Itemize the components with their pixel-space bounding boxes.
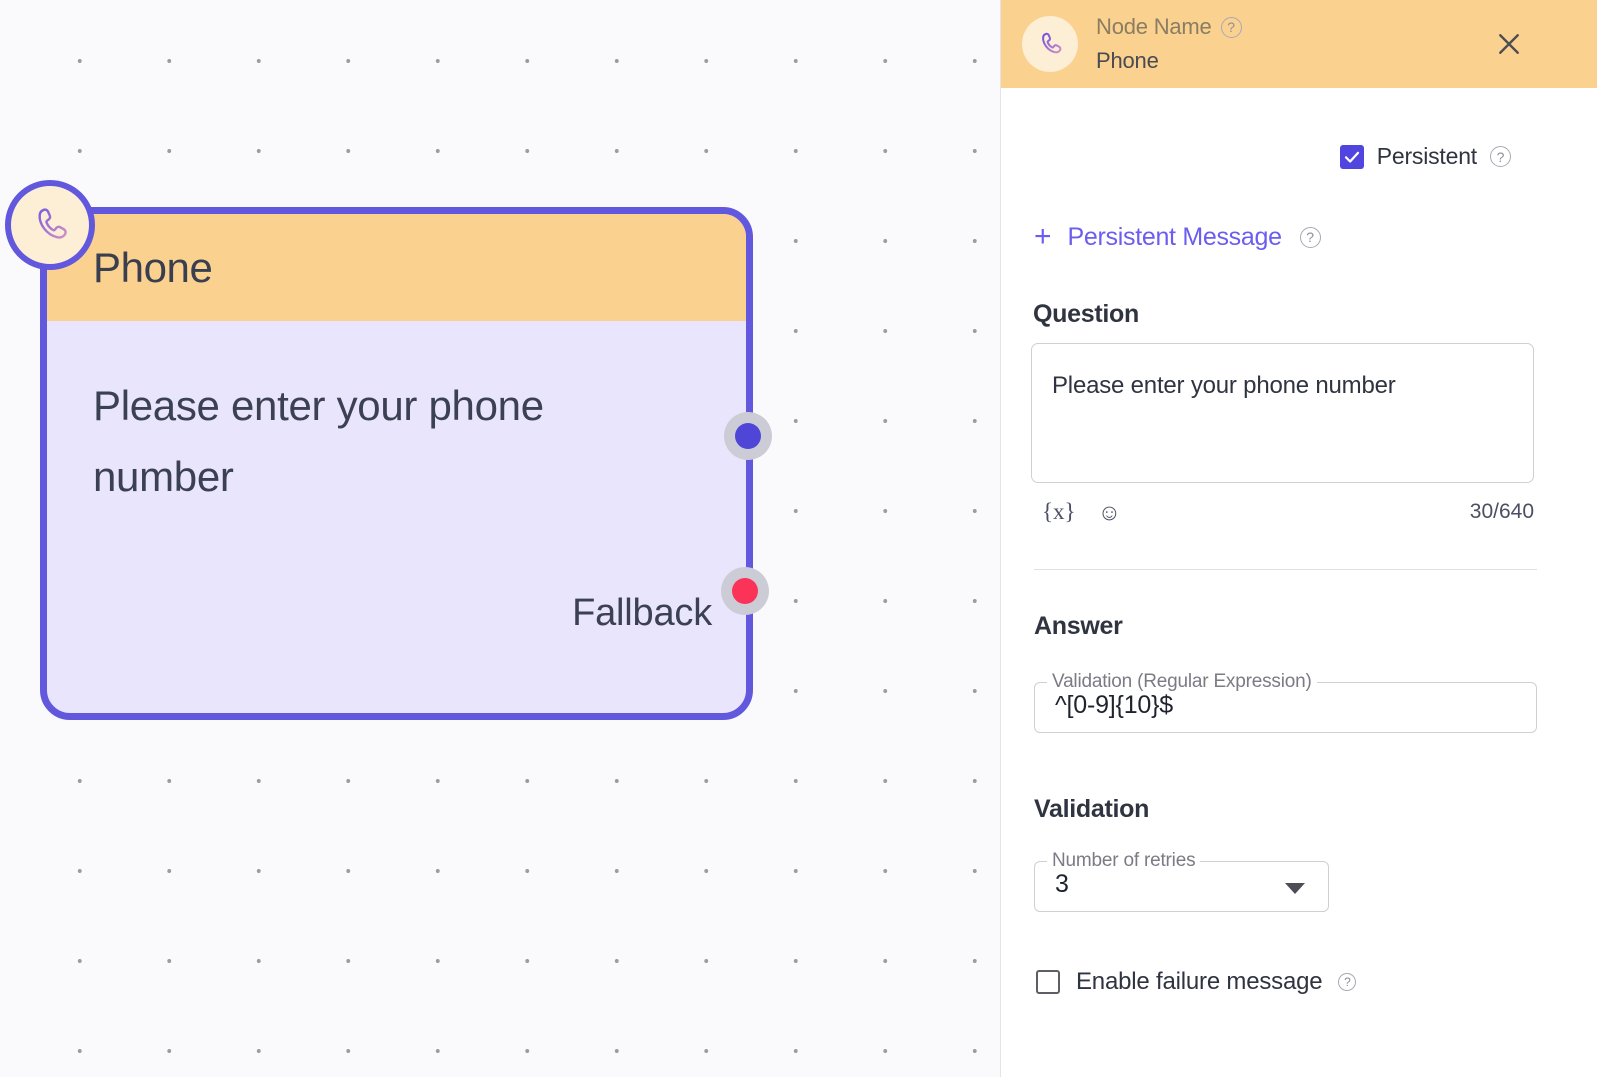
enable-failure-message-label: Enable failure message bbox=[1076, 968, 1323, 995]
retries-value: 3 bbox=[1055, 870, 1069, 898]
chevron-down-icon[interactable] bbox=[1285, 883, 1305, 894]
persistent-message-help-icon[interactable]: ? bbox=[1299, 226, 1321, 248]
persistent-message-row[interactable]: + Persistent Message ? bbox=[1034, 222, 1567, 252]
question-textarea-meta: {x} ☺ 30/640 bbox=[1031, 499, 1534, 525]
validation-regex-field[interactable]: Validation (Regular Expression) ^[0-9]{1… bbox=[1034, 671, 1537, 733]
phone-icon bbox=[1042, 32, 1062, 54]
section-divider bbox=[1034, 569, 1537, 570]
node-name-label-row: Node Name ? bbox=[1096, 14, 1242, 40]
success-port[interactable] bbox=[724, 412, 772, 460]
add-persistent-message-link[interactable]: Persistent Message bbox=[1068, 223, 1282, 252]
question-textarea[interactable]: Please enter your phone number bbox=[1031, 343, 1534, 483]
close-icon bbox=[1499, 34, 1519, 54]
persistent-label: Persistent bbox=[1376, 143, 1477, 169]
check-icon bbox=[1344, 151, 1359, 163]
close-panel-button[interactable] bbox=[1491, 26, 1527, 62]
node-header: Phone bbox=[47, 214, 746, 321]
panel-header-text: Node Name ? Phone bbox=[1096, 14, 1242, 74]
fallback-port[interactable] bbox=[721, 567, 769, 615]
node-name-help-icon[interactable]: ? bbox=[1220, 16, 1242, 38]
emoji-icon[interactable]: ☺ bbox=[1098, 500, 1121, 524]
validation-regex-value: ^[0-9]{10}$ bbox=[1055, 691, 1173, 719]
panel-header: Node Name ? Phone bbox=[1001, 0, 1597, 88]
node-title: Phone bbox=[93, 243, 213, 291]
validation-regex-legend: Validation (Regular Expression) bbox=[1052, 671, 1312, 692]
retries-fieldset: Number of retries bbox=[1034, 850, 1329, 912]
persistent-checkbox[interactable] bbox=[1339, 144, 1364, 169]
node-name-value: Phone bbox=[1096, 48, 1159, 73]
answer-section-title: Answer bbox=[1034, 612, 1123, 640]
app-root: Phone Please enter your phone number Fal… bbox=[0, 0, 1597, 1077]
node-settings-panel: Node Name ? Phone Persistent ? + Persist… bbox=[1000, 0, 1597, 1077]
phone-icon bbox=[38, 208, 67, 239]
panel-phone-icon-badge bbox=[1022, 16, 1078, 72]
plus-icon: + bbox=[1034, 220, 1052, 253]
node-phone-icon-badge bbox=[5, 180, 95, 270]
failure-message-help-icon[interactable]: ? bbox=[1338, 973, 1357, 991]
fallback-port-dot bbox=[732, 578, 758, 604]
success-port-dot bbox=[735, 423, 761, 449]
validation-section-title: Validation bbox=[1034, 795, 1150, 823]
persistent-row: Persistent ? bbox=[1031, 143, 1567, 170]
character-count: 30/640 bbox=[1469, 500, 1534, 523]
retries-legend: Number of retries bbox=[1052, 850, 1196, 871]
node-question-text: Please enter your phone number bbox=[93, 382, 544, 500]
enable-failure-message-checkbox[interactable] bbox=[1036, 970, 1060, 994]
node-body: Please enter your phone number Fallback bbox=[47, 321, 746, 713]
failure-message-row: Enable failure message ? bbox=[1036, 968, 1567, 996]
question-editor-icons: {x} ☺ bbox=[1042, 499, 1121, 525]
persistent-help-icon[interactable]: ? bbox=[1490, 146, 1511, 167]
flow-canvas[interactable]: Phone Please enter your phone number Fal… bbox=[0, 0, 1000, 1077]
node-name-label: Node Name bbox=[1096, 14, 1212, 39]
phone-node[interactable]: Phone Please enter your phone number Fal… bbox=[40, 207, 753, 720]
panel-body: Persistent ? + Persistent Message ? Ques… bbox=[1001, 143, 1597, 1077]
node-fallback-label: Fallback bbox=[572, 592, 712, 634]
question-section-title: Question bbox=[1033, 300, 1139, 328]
retries-select[interactable]: Number of retries 3 bbox=[1034, 850, 1329, 912]
variable-icon[interactable]: {x} bbox=[1042, 499, 1076, 525]
